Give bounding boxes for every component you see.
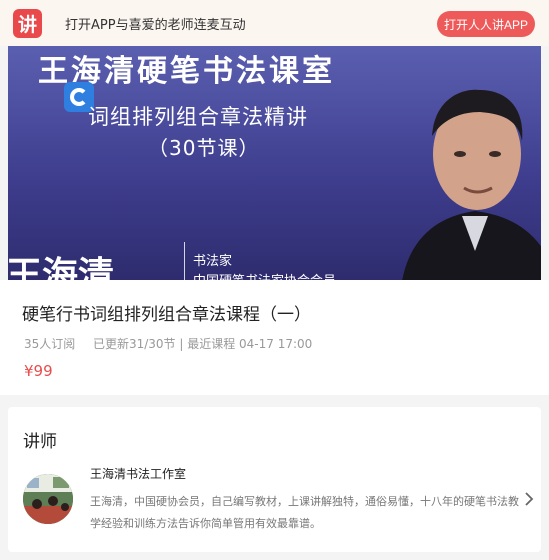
course-info: 硬笔行书词组排列组合章法课程（一） 35人订阅 已更新31/30节 | 最近课程…: [0, 280, 549, 395]
course-price: ¥99: [24, 362, 53, 380]
teacher-name[interactable]: 王海清书法工作室: [90, 465, 186, 482]
cover-title: 王海清硬笔书法课室: [38, 54, 335, 89]
course-title: 硬笔行书词组排列组合章法课程（一）: [22, 305, 311, 325]
recent-lesson: 最近课程 04-17 17:00: [187, 337, 313, 351]
app-banner[interactable]: 讲 打开APP与喜爱的老师连麦互动 打开人人讲APP: [0, 0, 549, 46]
course-meta: 35人订阅 已更新31/30节 | 最近课程 04-17 17:00: [24, 335, 312, 352]
app-logo: 讲: [13, 9, 42, 38]
teacher-section: 讲师 王海清书法工作室 王海清，中国硬协会员，自己编写教材，上课讲解独特，通俗易…: [8, 407, 541, 552]
banner-text: 打开APP与喜爱的老师连麦互动: [65, 18, 246, 33]
teacher-section-heading: 讲师: [23, 432, 57, 452]
cover-org: 中国硬笔书法家协会会员: [193, 270, 336, 280]
cover-divider: [184, 242, 185, 280]
cover-role: 书法家: [193, 254, 233, 269]
subscriber-count: 35人订阅: [24, 337, 76, 351]
open-app-button[interactable]: 打开人人讲APP: [437, 11, 535, 37]
course-cover-image: 王海清硬笔书法课室 词组排列组合章法精讲 （30节课） 王海清 书法家 中国硬笔…: [8, 46, 541, 280]
update-status: 已更新31/30节: [92, 337, 176, 351]
cover-lesson-count: （30节课）: [148, 136, 260, 160]
cover-subtitle: 词组排列组合章法精讲: [88, 105, 308, 129]
teacher-avatar[interactable]: [23, 474, 73, 524]
chevron-right-icon[interactable]: [524, 491, 534, 507]
teacher-description: 王海清，中国硬协会员，自己编写教材，上课讲解独特，通俗易懂，十八年的硬笔书法教学…: [90, 495, 519, 530]
teacher-portrait: [402, 89, 541, 280]
cover-signature: 王海清: [8, 254, 115, 280]
